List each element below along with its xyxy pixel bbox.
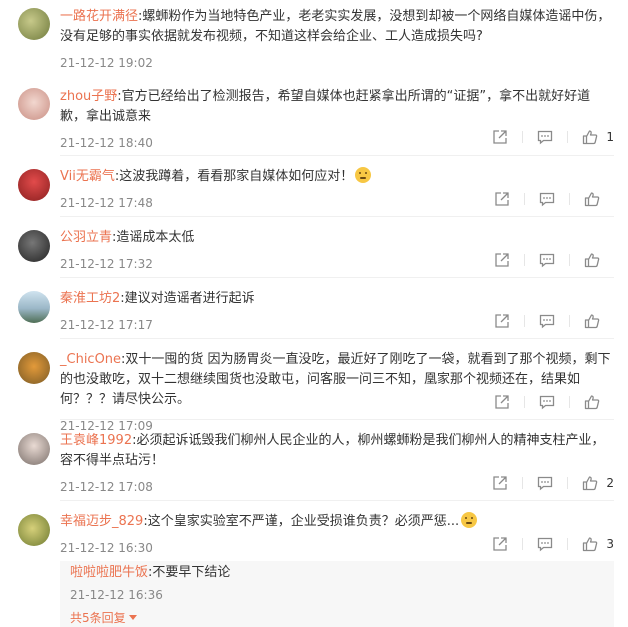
comment-actions <box>480 190 614 208</box>
comment-username[interactable]: _ChicOne <box>60 352 121 367</box>
like-button[interactable] <box>584 313 614 329</box>
comment-item: 秦淮工坊2:建议对造谣者进行起诉 21-12-12 17:17 <box>0 282 628 334</box>
comment-icon <box>539 253 555 268</box>
comment-username[interactable]: 幸福迈步_829 <box>60 514 143 529</box>
comment-actions: 1 <box>478 128 614 146</box>
comment-item: 幸福迈步_829:这个皇家实验室不严谨，企业受损谁负责？必须严惩... 21-1… <box>0 505 628 627</box>
share-button[interactable] <box>494 252 510 268</box>
reply-time: 21-12-12 16:36 <box>70 588 163 602</box>
comment-actions <box>480 312 614 330</box>
comment-actions: 3 <box>478 535 614 553</box>
comment-icon <box>538 537 553 552</box>
like-button[interactable] <box>584 252 614 268</box>
comment-text: :官方已经给出了检测报告，希望自媒体也赶紧拿出所谓的“证据”，拿不出就好好道歉，… <box>60 89 591 124</box>
comment-button[interactable] <box>539 313 555 329</box>
avatar[interactable] <box>18 352 50 384</box>
like-count: 3 <box>606 537 614 551</box>
comment-item: Vii无霸气:这波我蹲着，看看那家自媒体如何应对！ 21-12-12 17:48 <box>0 160 628 212</box>
comment-button[interactable] <box>539 191 555 207</box>
comment-button[interactable] <box>537 129 553 145</box>
share-button[interactable] <box>492 475 508 491</box>
comment-button[interactable] <box>539 252 555 268</box>
comment-actions <box>480 393 614 411</box>
comment-icon <box>539 192 555 207</box>
comment-item: 王袁峰1992:必须起诉诋毁我们柳州人民企业的人，柳州螺蛳粉是我们柳州人的精神支… <box>0 424 628 496</box>
comment-text: :造谣成本太低 <box>112 230 195 245</box>
share-icon <box>493 537 508 551</box>
thumbs-up-icon <box>583 130 598 145</box>
comment-button[interactable] <box>537 475 553 491</box>
share-icon <box>495 253 509 267</box>
reply-username[interactable]: 啦啦啦肥牛饭 <box>70 565 148 580</box>
avatar[interactable] <box>18 433 50 465</box>
thinking-emoji-icon <box>355 167 372 183</box>
comment-actions <box>480 251 614 269</box>
thumbs-up-icon <box>583 537 598 552</box>
more-replies-link[interactable]: 共5条回复 <box>70 609 137 626</box>
comment-button[interactable] <box>537 536 553 552</box>
share-button[interactable] <box>494 313 510 329</box>
avatar[interactable] <box>18 169 50 201</box>
comment-text: :建议对造谣者进行起诉 <box>120 291 255 306</box>
thumbs-up-icon <box>583 476 598 491</box>
avatar[interactable] <box>18 230 50 262</box>
comment-username[interactable]: 一路花开满径 <box>60 9 138 24</box>
comment-icon <box>538 476 553 491</box>
share-button[interactable] <box>492 536 508 552</box>
share-button[interactable] <box>492 129 508 145</box>
like-button[interactable]: 1 <box>582 129 614 145</box>
thumbs-up-icon <box>584 192 600 207</box>
comment-actions: 2 <box>478 474 614 492</box>
comment-button[interactable] <box>539 394 555 410</box>
avatar[interactable] <box>18 514 50 546</box>
reply-text: :不要早下结论 <box>148 565 231 580</box>
share-icon <box>495 395 509 409</box>
comment-text: :这个皇家实验室不严谨，企业受损谁负责？必须严惩... <box>143 514 460 529</box>
comment-icon <box>539 314 555 329</box>
comment-item: 公羽立青:造谣成本太低 21-12-12 17:32 <box>0 221 628 273</box>
comment-item: _ChicOne:双十一囤的货 因为肠胃炎一直没吃，最近好了刚吃了一袋，就看到了… <box>0 343 628 433</box>
comment-text: :螺蛳粉作为当地特色产业，老老实实发展，没想到却被一个网络自媒体造谣中伤，没有足… <box>60 9 611 44</box>
comment-username[interactable]: Vii无霸气 <box>60 169 115 184</box>
comment-item: 一路花开满径:螺蛳粉作为当地特色产业，老老实实发展，没想到却被一个网络自媒体造谣… <box>0 0 628 70</box>
avatar[interactable] <box>18 8 50 40</box>
share-icon <box>495 192 509 206</box>
share-icon <box>493 130 508 144</box>
like-button[interactable]: 2 <box>582 475 614 491</box>
chevron-down-icon <box>128 615 137 620</box>
comment-text: :必须起诉诋毁我们柳州人民企业的人，柳州螺蛳粉是我们柳州人的精神支柱产业，容不得… <box>60 433 605 468</box>
comment-icon <box>538 130 553 145</box>
like-count: 1 <box>606 130 614 144</box>
comment-username[interactable]: 公羽立青 <box>60 230 112 245</box>
like-button[interactable]: 3 <box>582 536 614 552</box>
reply-box: 啦啦啦肥牛饭:不要早下结论 21-12-12 16:36 共5条回复 <box>60 561 614 627</box>
share-button[interactable] <box>494 394 510 410</box>
share-icon <box>493 476 508 490</box>
thumbs-up-icon <box>584 253 600 268</box>
share-icon <box>495 314 509 328</box>
avatar[interactable] <box>18 88 50 120</box>
like-button[interactable] <box>584 394 614 410</box>
avatar[interactable] <box>18 291 50 323</box>
thumbs-up-icon <box>584 314 600 329</box>
like-button[interactable] <box>584 191 614 207</box>
comment-username[interactable]: 王袁峰1992 <box>60 433 132 448</box>
comment-username[interactable]: zhou子野 <box>60 89 117 104</box>
comment-icon <box>539 395 555 410</box>
comment-time: 21-12-12 19:02 <box>60 56 153 70</box>
like-count: 2 <box>606 476 614 490</box>
comment-username[interactable]: 秦淮工坊2 <box>60 291 120 306</box>
comment-text: :这波我蹲着，看看那家自媒体如何应对！ <box>114 169 354 184</box>
shocked-emoji-icon <box>461 512 478 528</box>
share-button[interactable] <box>494 191 510 207</box>
thumbs-up-icon <box>584 395 600 410</box>
comment-item: zhou子野:官方已经给出了检测报告，希望自媒体也赶紧拿出所谓的“证据”，拿不出… <box>0 80 628 150</box>
